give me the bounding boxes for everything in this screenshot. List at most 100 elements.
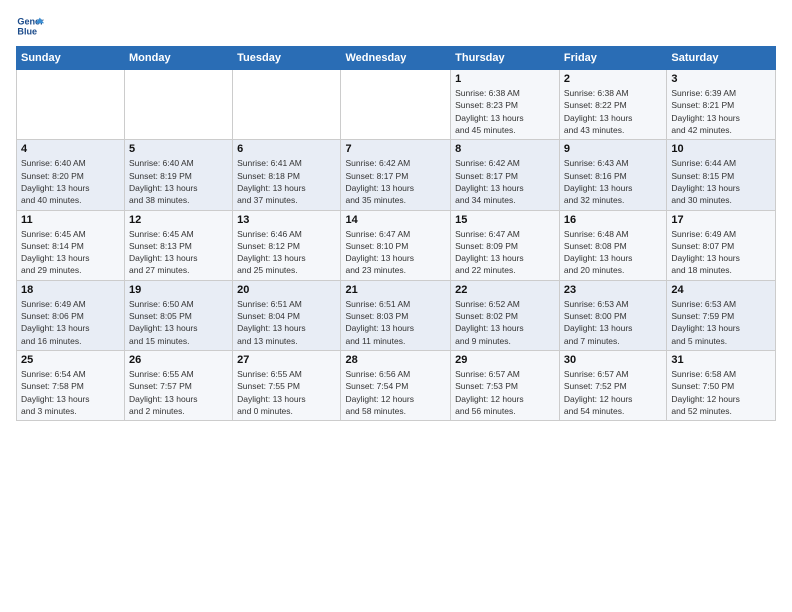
calendar-body: 1 Sunrise: 6:38 AM Sunset: 8:23 PM Daylig… — [17, 70, 776, 421]
calendar-cell: 16 Sunrise: 6:48 AM Sunset: 8:08 PM Dayli… — [559, 210, 666, 280]
day-info: Sunrise: 6:45 AM Sunset: 8:14 PM Dayligh… — [21, 228, 120, 277]
day-info: Sunrise: 6:39 AM Sunset: 8:21 PM Dayligh… — [671, 87, 771, 136]
calendar-cell: 1 Sunrise: 6:38 AM Sunset: 8:23 PM Daylig… — [451, 70, 560, 140]
day-info: Sunrise: 6:53 AM Sunset: 7:59 PM Dayligh… — [671, 298, 771, 347]
day-number: 2 — [564, 73, 662, 85]
day-number: 11 — [21, 214, 120, 226]
day-info: Sunrise: 6:46 AM Sunset: 8:12 PM Dayligh… — [237, 228, 336, 277]
day-number: 14 — [345, 214, 446, 226]
weekday-header-row: SundayMondayTuesdayWednesdayThursdayFrid… — [17, 47, 776, 70]
calendar-cell: 17Sunrise: 6:49 AM Sunset: 8:07 PM Dayli… — [667, 210, 776, 280]
weekday-sunday: Sunday — [17, 47, 125, 70]
calendar-cell: 28 Sunrise: 6:56 AM Sunset: 7:54 PM Dayli… — [341, 351, 451, 421]
weekday-wednesday: Wednesday — [341, 47, 451, 70]
calendar-cell: 31 Sunrise: 6:58 AM Sunset: 7:50 PM Dayli… — [667, 351, 776, 421]
calendar-cell: 11 Sunrise: 6:45 AM Sunset: 8:14 PM Dayli… — [17, 210, 125, 280]
day-info: Sunrise: 6:55 AM Sunset: 7:55 PM Dayligh… — [237, 368, 336, 417]
day-number: 27 — [237, 354, 336, 366]
day-number: 10 — [671, 143, 771, 155]
weekday-tuesday: Tuesday — [233, 47, 341, 70]
day-number: 3 — [671, 73, 771, 85]
calendar-cell — [125, 70, 233, 140]
day-info: Sunrise: 6:54 AM Sunset: 7:58 PM Dayligh… — [21, 368, 120, 417]
calendar-cell: 8Sunrise: 6:42 AM Sunset: 8:17 PM Daylig… — [451, 140, 560, 210]
calendar-cell: 13Sunrise: 6:46 AM Sunset: 8:12 PM Dayli… — [233, 210, 341, 280]
calendar-cell — [233, 70, 341, 140]
day-info: Sunrise: 6:48 AM Sunset: 8:08 PM Dayligh… — [564, 228, 662, 277]
day-info: Sunrise: 6:53 AM Sunset: 8:00 PM Dayligh… — [564, 298, 662, 347]
logo-icon: General Blue — [16, 12, 44, 40]
logo: General Blue — [16, 12, 44, 40]
day-number: 25 — [21, 354, 120, 366]
day-number: 19 — [129, 284, 228, 296]
day-number: 5 — [129, 143, 228, 155]
day-number: 28 — [345, 354, 446, 366]
day-info: Sunrise: 6:44 AM Sunset: 8:15 PM Dayligh… — [671, 157, 771, 206]
day-info: Sunrise: 6:40 AM Sunset: 8:19 PM Dayligh… — [129, 157, 228, 206]
calendar-week-1: 1 Sunrise: 6:38 AM Sunset: 8:23 PM Daylig… — [17, 70, 776, 140]
day-number: 4 — [21, 143, 120, 155]
day-number: 24 — [671, 284, 771, 296]
day-info: Sunrise: 6:57 AM Sunset: 7:52 PM Dayligh… — [564, 368, 662, 417]
calendar-cell: 18Sunrise: 6:49 AM Sunset: 8:06 PM Dayli… — [17, 280, 125, 350]
calendar-week-4: 18Sunrise: 6:49 AM Sunset: 8:06 PM Dayli… — [17, 280, 776, 350]
day-number: 16 — [564, 214, 662, 226]
day-number: 15 — [455, 214, 555, 226]
day-info: Sunrise: 6:52 AM Sunset: 8:02 PM Dayligh… — [455, 298, 555, 347]
calendar-cell: 4Sunrise: 6:40 AM Sunset: 8:20 PM Daylig… — [17, 140, 125, 210]
day-info: Sunrise: 6:51 AM Sunset: 8:04 PM Dayligh… — [237, 298, 336, 347]
day-info: Sunrise: 6:47 AM Sunset: 8:10 PM Dayligh… — [345, 228, 446, 277]
calendar-cell: 24 Sunrise: 6:53 AM Sunset: 7:59 PM Dayli… — [667, 280, 776, 350]
calendar-cell: 14 Sunrise: 6:47 AM Sunset: 8:10 PM Dayli… — [341, 210, 451, 280]
day-info: Sunrise: 6:38 AM Sunset: 8:23 PM Dayligh… — [455, 87, 555, 136]
calendar-cell — [341, 70, 451, 140]
calendar-cell — [17, 70, 125, 140]
calendar-cell: 26 Sunrise: 6:55 AM Sunset: 7:57 PM Dayli… — [125, 351, 233, 421]
day-info: Sunrise: 6:49 AM Sunset: 8:07 PM Dayligh… — [671, 228, 771, 277]
header: General Blue — [16, 12, 776, 40]
weekday-monday: Monday — [125, 47, 233, 70]
day-number: 26 — [129, 354, 228, 366]
day-number: 31 — [671, 354, 771, 366]
page-container: General Blue SundayMondayTuesdayWednesda… — [0, 0, 792, 429]
calendar-cell: 23Sunrise: 6:53 AM Sunset: 8:00 PM Dayli… — [559, 280, 666, 350]
calendar-week-3: 11 Sunrise: 6:45 AM Sunset: 8:14 PM Dayli… — [17, 210, 776, 280]
day-info: Sunrise: 6:57 AM Sunset: 7:53 PM Dayligh… — [455, 368, 555, 417]
day-number: 8 — [455, 143, 555, 155]
calendar-cell: 15Sunrise: 6:47 AM Sunset: 8:09 PM Dayli… — [451, 210, 560, 280]
day-number: 6 — [237, 143, 336, 155]
weekday-saturday: Saturday — [667, 47, 776, 70]
day-info: Sunrise: 6:51 AM Sunset: 8:03 PM Dayligh… — [345, 298, 446, 347]
calendar-week-2: 4Sunrise: 6:40 AM Sunset: 8:20 PM Daylig… — [17, 140, 776, 210]
calendar-cell: 19 Sunrise: 6:50 AM Sunset: 8:05 PM Dayli… — [125, 280, 233, 350]
calendar-cell: 3 Sunrise: 6:39 AM Sunset: 8:21 PM Daylig… — [667, 70, 776, 140]
calendar-cell: 10 Sunrise: 6:44 AM Sunset: 8:15 PM Dayli… — [667, 140, 776, 210]
calendar-cell: 20Sunrise: 6:51 AM Sunset: 8:04 PM Dayli… — [233, 280, 341, 350]
calendar-cell: 12 Sunrise: 6:45 AM Sunset: 8:13 PM Dayli… — [125, 210, 233, 280]
calendar-week-5: 25 Sunrise: 6:54 AM Sunset: 7:58 PM Dayli… — [17, 351, 776, 421]
day-info: Sunrise: 6:45 AM Sunset: 8:13 PM Dayligh… — [129, 228, 228, 277]
weekday-thursday: Thursday — [451, 47, 560, 70]
day-number: 1 — [455, 73, 555, 85]
day-number: 7 — [345, 143, 446, 155]
calendar-header: SundayMondayTuesdayWednesdayThursdayFrid… — [17, 47, 776, 70]
day-info: Sunrise: 6:55 AM Sunset: 7:57 PM Dayligh… — [129, 368, 228, 417]
day-info: Sunrise: 6:41 AM Sunset: 8:18 PM Dayligh… — [237, 157, 336, 206]
calendar-cell: 27 Sunrise: 6:55 AM Sunset: 7:55 PM Dayli… — [233, 351, 341, 421]
calendar-cell: 6 Sunrise: 6:41 AM Sunset: 8:18 PM Daylig… — [233, 140, 341, 210]
calendar-table: SundayMondayTuesdayWednesdayThursdayFrid… — [16, 46, 776, 421]
day-number: 18 — [21, 284, 120, 296]
weekday-friday: Friday — [559, 47, 666, 70]
day-info: Sunrise: 6:38 AM Sunset: 8:22 PM Dayligh… — [564, 87, 662, 136]
calendar-cell: 29 Sunrise: 6:57 AM Sunset: 7:53 PM Dayli… — [451, 351, 560, 421]
calendar-cell: 7 Sunrise: 6:42 AM Sunset: 8:17 PM Daylig… — [341, 140, 451, 210]
calendar-cell: 22Sunrise: 6:52 AM Sunset: 8:02 PM Dayli… — [451, 280, 560, 350]
day-info: Sunrise: 6:50 AM Sunset: 8:05 PM Dayligh… — [129, 298, 228, 347]
day-number: 29 — [455, 354, 555, 366]
calendar-cell: 21Sunrise: 6:51 AM Sunset: 8:03 PM Dayli… — [341, 280, 451, 350]
day-info: Sunrise: 6:42 AM Sunset: 8:17 PM Dayligh… — [345, 157, 446, 206]
day-info: Sunrise: 6:56 AM Sunset: 7:54 PM Dayligh… — [345, 368, 446, 417]
day-info: Sunrise: 6:58 AM Sunset: 7:50 PM Dayligh… — [671, 368, 771, 417]
day-number: 12 — [129, 214, 228, 226]
day-number: 9 — [564, 143, 662, 155]
